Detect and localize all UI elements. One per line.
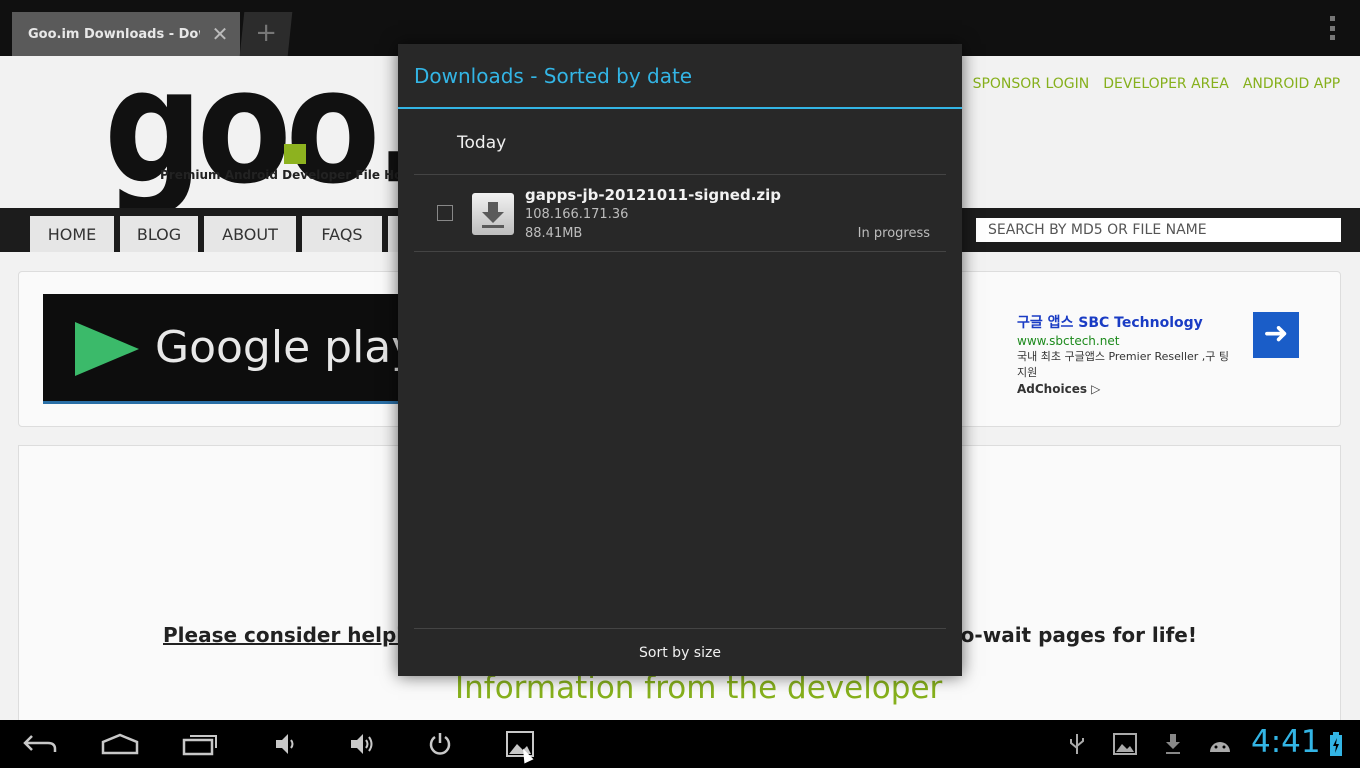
- logo-tagline: Premium Android Developer File Hos: [160, 168, 410, 182]
- close-icon[interactable]: ✕: [210, 24, 230, 44]
- top-link-sponsor-login[interactable]: SPONSOR LOGIN: [973, 76, 1090, 92]
- recents-icon[interactable]: [180, 728, 220, 760]
- browser-tab[interactable]: Goo.im Downloads - Dow... ✕: [12, 12, 240, 56]
- top-link-developer-area[interactable]: DEVELOPER AREA: [1103, 76, 1229, 92]
- overflow-menu-icon[interactable]: [1328, 16, 1336, 40]
- download-size: 88.41MB: [525, 226, 583, 241]
- dialog-title: Downloads - Sorted by date: [414, 64, 693, 88]
- android-icon: [1206, 728, 1234, 760]
- back-icon[interactable]: [20, 728, 60, 760]
- download-checkbox[interactable]: [437, 205, 453, 221]
- power-icon[interactable]: [424, 728, 456, 760]
- site-logo[interactable]: goo.im Premium Android Developer File Ho…: [104, 56, 606, 219]
- ad-block[interactable]: 구글 앱스 SBC Technology www.sbctech.net 국내 …: [1017, 312, 1307, 396]
- nav-about[interactable]: ABOUT: [204, 216, 296, 252]
- google-play-text: Google play: [155, 322, 418, 373]
- top-links: ER SPONSOR LOGIN DEVELOPER AREA ANDROID …: [940, 76, 1340, 92]
- tab-title: Goo.im Downloads - Dow...: [28, 26, 200, 42]
- top-link-android-app[interactable]: ANDROID APP: [1243, 76, 1340, 92]
- downloads-dialog: Downloads - Sorted by date Today gapps-j…: [398, 44, 962, 676]
- clock[interactable]: 4:41: [1251, 724, 1321, 760]
- system-bar: 4:41: [0, 720, 1360, 768]
- download-icon: [1162, 728, 1184, 760]
- usb-icon: [1066, 728, 1088, 760]
- home-icon[interactable]: [100, 728, 140, 760]
- download-status: In progress: [857, 226, 930, 241]
- divider: [414, 251, 946, 252]
- google-play-icon: [75, 322, 139, 376]
- nav-faqs[interactable]: FAQS: [302, 216, 382, 252]
- arrow-right-icon[interactable]: ➜: [1253, 312, 1299, 358]
- new-tab-button[interactable]: +: [239, 12, 293, 56]
- support-message-left: Please consider helping: [163, 623, 432, 647]
- title-divider: [398, 107, 962, 109]
- sort-by-size-button[interactable]: Sort by size: [414, 628, 946, 676]
- download-icon: [472, 193, 514, 235]
- section-header-today: Today: [457, 133, 507, 153]
- download-host: 108.166.171.36: [525, 207, 629, 222]
- nav-home[interactable]: HOME: [30, 216, 114, 252]
- support-message-right: d no-wait pages for life!: [925, 623, 1197, 647]
- volume-down-icon[interactable]: [266, 728, 302, 760]
- plus-icon: +: [255, 18, 277, 48]
- google-play-banner[interactable]: Google play: [43, 294, 417, 404]
- download-filename: gapps-jb-20121011-signed.zip: [525, 186, 782, 204]
- download-item[interactable]: gapps-jb-20121011-signed.zip 108.166.171…: [414, 175, 946, 251]
- ad-description: 국내 최초 구글앱스 Premier Reseller ,구 팅 지원: [1017, 350, 1230, 379]
- volume-up-icon[interactable]: [344, 728, 380, 760]
- nav-blog[interactable]: BLOG: [120, 216, 198, 252]
- search-input[interactable]: SEARCH BY MD5 OR FILE NAME: [976, 218, 1341, 242]
- android-screen: Goo.im Downloads - Dow... ✕ + goo.im Pre…: [0, 0, 1360, 768]
- ad-choices[interactable]: AdChoices ▷: [1017, 382, 1307, 396]
- image-icon: [1112, 728, 1138, 760]
- battery-charging-icon: [1326, 728, 1346, 760]
- logo-dot: [284, 144, 306, 164]
